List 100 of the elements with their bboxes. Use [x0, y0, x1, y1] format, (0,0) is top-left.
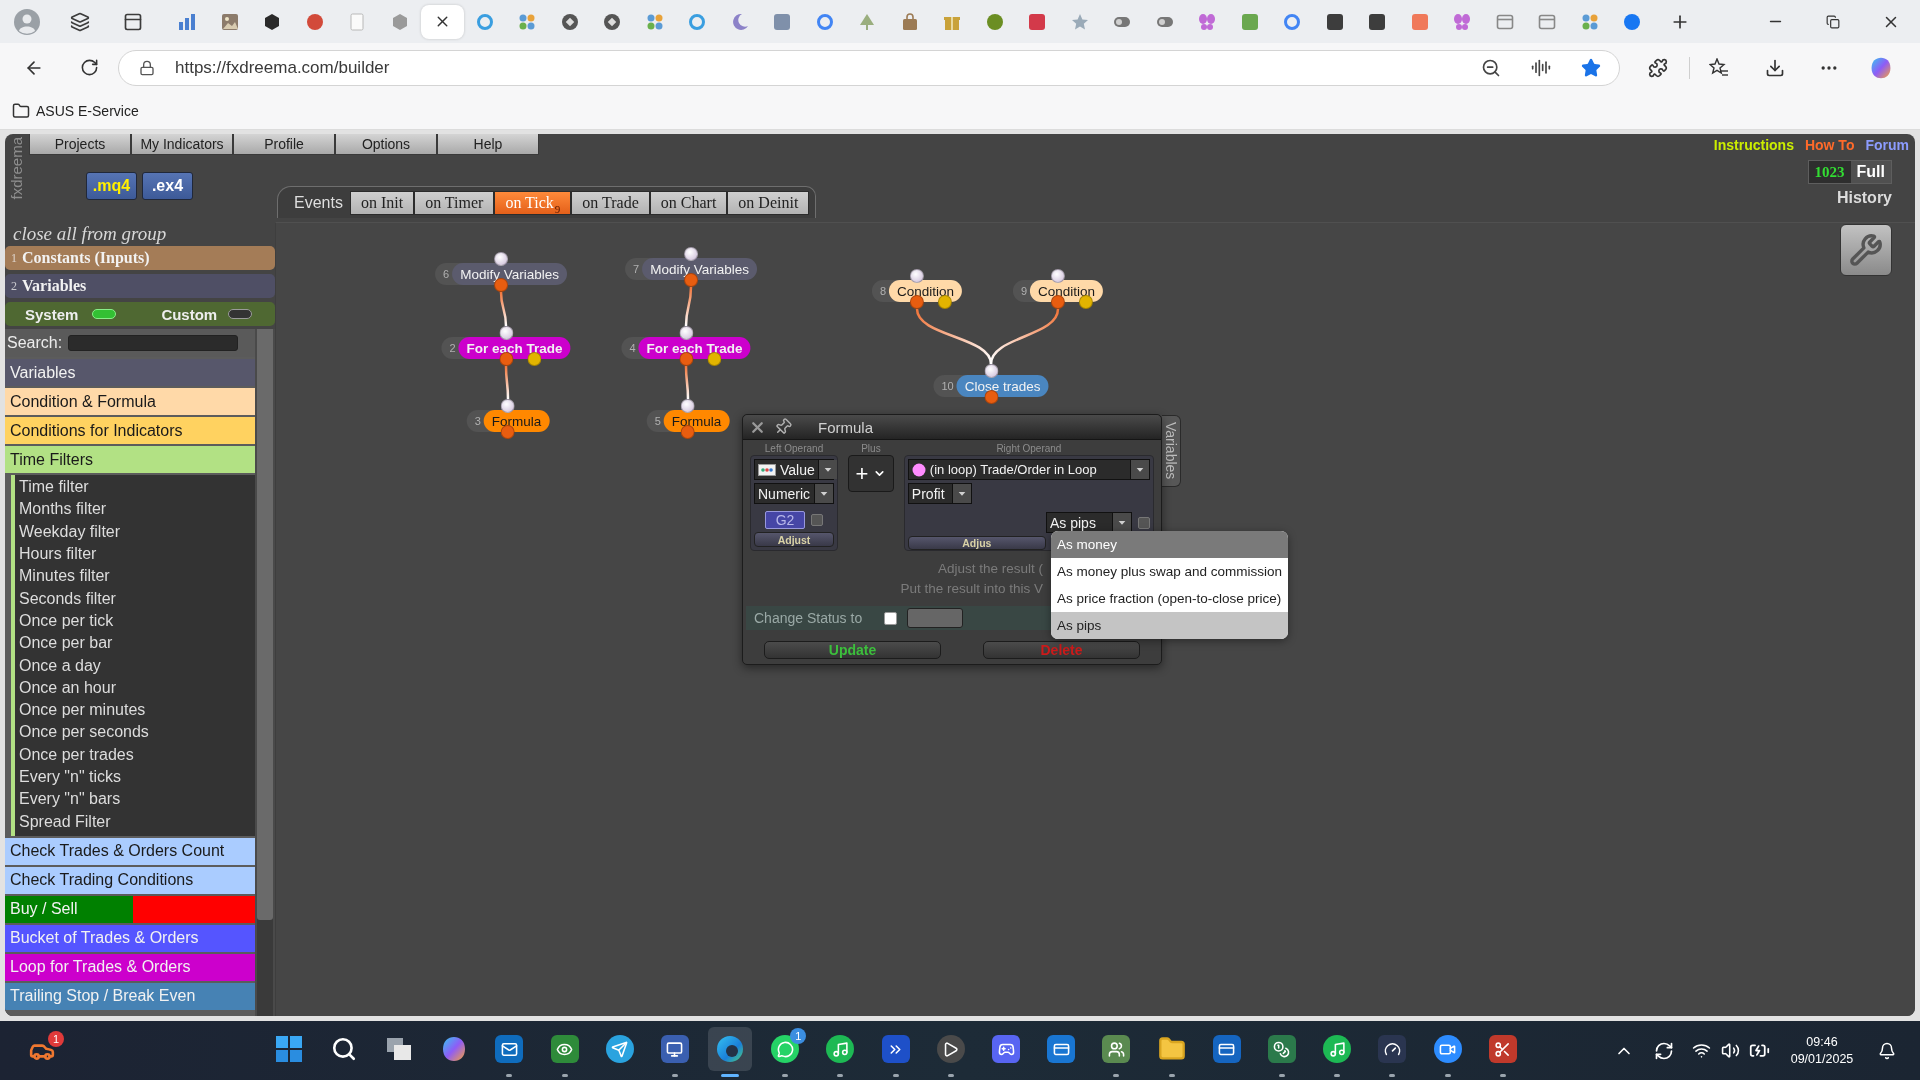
- category-header[interactable]: Condition & Formula: [5, 388, 255, 415]
- adjust-button[interactable]: Adjust: [754, 532, 834, 547]
- menu-button[interactable]: Help: [437, 134, 539, 155]
- checkbox[interactable]: [1138, 516, 1150, 529]
- panel-icon[interactable]: [123, 11, 143, 32]
- toggle-switch[interactable]: [92, 309, 117, 319]
- address-field[interactable]: https://fxdreema.com/builder: [118, 49, 1620, 86]
- block-item[interactable]: Every "n" bars: [19, 788, 255, 811]
- app-logo-text: fxdreema: [7, 137, 25, 200]
- restore-icon[interactable]: [1826, 14, 1840, 29]
- category-header[interactable]: Loop for Trades & Orders: [5, 953, 255, 981]
- mode-select[interactable]: As pips: [1046, 512, 1132, 533]
- flow-block[interactable]: For each Trade: [638, 337, 751, 359]
- category-header[interactable]: Check Trading Conditions: [5, 866, 255, 894]
- block-item[interactable]: Once per tick: [19, 609, 255, 633]
- tools-button[interactable]: [1840, 224, 1892, 276]
- category-header[interactable]: Buy / Sell: [5, 895, 255, 923]
- block-item[interactable]: Once per minutes: [19, 698, 255, 722]
- sync-icon[interactable]: [1654, 1040, 1674, 1061]
- block-item[interactable]: Once per bar: [19, 632, 255, 655]
- event-tab[interactable]: on Trade: [571, 191, 650, 215]
- menu-item[interactable]: As price fraction (open-to-close price): [1051, 585, 1289, 612]
- gradient-orb-icon[interactable]: [1869, 55, 1893, 80]
- block-item[interactable]: Once per trades: [19, 743, 255, 766]
- bell-icon[interactable]: [1878, 1041, 1896, 1060]
- status-field[interactable]: [907, 608, 964, 628]
- category-header[interactable]: Variables: [5, 359, 255, 386]
- clock-date: 09/01/2025: [1790, 1050, 1854, 1068]
- flow-block[interactable]: Modify Variables: [452, 263, 567, 285]
- event-tab[interactable]: on Chart: [649, 191, 728, 215]
- block-item[interactable]: Minutes filter: [19, 565, 255, 588]
- block-item[interactable]: Once per seconds: [19, 721, 255, 744]
- search-field[interactable]: [68, 335, 239, 351]
- scrollbar[interactable]: [257, 329, 273, 1016]
- block-item[interactable]: Once an hour: [19, 676, 255, 699]
- menu-button[interactable]: Options: [335, 134, 437, 155]
- category-header[interactable]: Time Filters: [5, 446, 255, 473]
- layers-icon[interactable]: [70, 11, 90, 32]
- volume-icon[interactable]: [1721, 1041, 1740, 1060]
- menu-button[interactable]: My Indicators: [131, 134, 233, 155]
- download-icon[interactable]: [1765, 57, 1785, 78]
- event-tab[interactable]: on Init: [349, 191, 415, 215]
- flow-block[interactable]: Close trades: [956, 375, 1049, 397]
- checkbox[interactable]: [811, 514, 823, 526]
- adjust-button[interactable]: Adjus: [907, 536, 1046, 550]
- block-item[interactable]: Seconds filter: [19, 587, 255, 610]
- menu-button[interactable]: Projects: [29, 134, 131, 155]
- event-tab[interactable]: on Tick$_{9}$: [494, 191, 572, 215]
- variables-tab[interactable]: Variables: [1162, 415, 1181, 487]
- type-select[interactable]: Numeric: [754, 483, 834, 504]
- checkbox[interactable]: [884, 611, 898, 625]
- dialog-button[interactable]: Update: [764, 641, 941, 659]
- category-header[interactable]: Conditions for Indicators: [5, 417, 255, 444]
- flow-block[interactable]: For each Trade: [458, 337, 571, 359]
- event-tab[interactable]: on Deinit: [727, 191, 810, 215]
- flow-block[interactable]: Formula: [663, 410, 730, 432]
- bookmark-item[interactable]: ASUS E-Service: [12, 101, 139, 120]
- block-item[interactable]: Weekday filter: [19, 520, 255, 543]
- category-header[interactable]: Check Trades & Orders Count: [5, 837, 255, 865]
- puzzle-icon[interactable]: [1648, 57, 1668, 78]
- file-button[interactable]: .ex4: [142, 172, 193, 200]
- variable-field[interactable]: G2: [765, 511, 805, 529]
- operator-select[interactable]: +: [848, 455, 894, 492]
- history-link[interactable]: History: [1836, 189, 1892, 207]
- zoom-out-icon[interactable]: [1481, 57, 1501, 78]
- header-link[interactable]: Forum: [1865, 137, 1909, 153]
- wifi-icon[interactable]: [1692, 1041, 1711, 1060]
- block-item[interactable]: Months filter: [19, 498, 255, 521]
- view-mode-button[interactable]: Full: [1850, 161, 1891, 183]
- menu-item[interactable]: As money: [1051, 531, 1289, 558]
- input-port-icon: [910, 269, 924, 283]
- star-list-icon[interactable]: [1709, 57, 1729, 78]
- flow-block[interactable]: Condition: [1030, 280, 1104, 302]
- star-icon[interactable]: [1581, 57, 1601, 78]
- flow-block[interactable]: Formula: [483, 410, 550, 432]
- connection-line: [684, 286, 693, 327]
- refresh-icon[interactable]: [79, 58, 99, 77]
- category-header[interactable]: Bucket of Trades & Orders: [5, 924, 255, 952]
- block-item[interactable]: Every "n" ticks: [19, 765, 255, 789]
- menu-item[interactable]: As money plus swap and commission: [1051, 558, 1289, 585]
- header-link[interactable]: Instructions: [1713, 137, 1794, 153]
- hexagon-icon: [390, 12, 409, 31]
- block-item[interactable]: Time filter: [19, 476, 255, 499]
- property-select[interactable]: Profit: [907, 483, 972, 504]
- source-select[interactable]: Value: [754, 459, 834, 480]
- menu-item[interactable]: As pips: [1051, 612, 1289, 639]
- block-item[interactable]: Once a day: [19, 654, 255, 677]
- toggle-switch[interactable]: [228, 309, 253, 319]
- event-tab[interactable]: on Timer: [414, 191, 495, 215]
- file-button[interactable]: .mq4: [86, 172, 137, 200]
- block-item[interactable]: Hours filter: [19, 542, 255, 566]
- menu-button[interactable]: Profile: [233, 134, 335, 155]
- category-header[interactable]: Trailing Stop / Break Even: [5, 982, 255, 1010]
- flow-block[interactable]: Condition: [889, 280, 963, 302]
- block-item[interactable]: Spread Filter: [19, 810, 255, 833]
- read-aloud-icon[interactable]: [1531, 57, 1551, 78]
- toggle-label: Custom: [161, 305, 218, 323]
- section-bar[interactable]: 2 Variables: [5, 274, 275, 298]
- source-select[interactable]: (in loop) Trade/Order in Loop: [907, 459, 1150, 480]
- flow-block[interactable]: Modify Variables: [642, 258, 757, 280]
